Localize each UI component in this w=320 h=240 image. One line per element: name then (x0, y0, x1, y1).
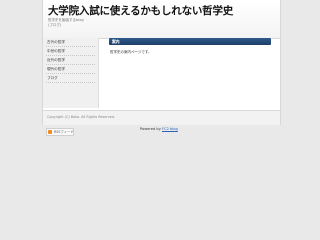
sidebar-item-contemporary[interactable]: 現代の哲学 (46, 65, 95, 74)
copyright-text: Copyright (C) Bako. All Rights Reserved. (47, 115, 116, 119)
site-title[interactable]: 大学院入試に使えるかもしれない哲学史 (48, 3, 233, 18)
sidebar-item-modern[interactable]: 近代の哲学 (46, 56, 95, 65)
section-text: 哲学史の案内ページです。 (110, 50, 152, 54)
rss-feed-button[interactable]: RSSフィード (46, 128, 74, 136)
rss-icon (48, 130, 52, 134)
site-header: 大学院入試に使えるかもしれない哲学史 哲学史を勉強するblog (ブログ) (43, 0, 280, 39)
sidebar-item-medieval[interactable]: 中世の哲学 (46, 47, 95, 56)
site-subtitle-line-1: 哲学史を勉強するblog (48, 18, 84, 22)
powered-by-label: Powered by (140, 127, 161, 131)
footer: Copyright (C) Bako. All Rights Reserved. (42, 110, 281, 125)
main-content: 案内 哲学史の案内ページです。 (101, 38, 276, 108)
site-container: 大学院入試に使えるかもしれない哲学史 哲学史を勉強するblog (ブログ) 古代… (42, 0, 281, 136)
sidebar-item-ancient[interactable]: 古代の哲学 (46, 38, 95, 47)
fc2-blog-link[interactable]: FC2 blog (162, 127, 178, 131)
section-title: 案内 (112, 39, 120, 44)
sidebar-item-blog[interactable]: ブログ (46, 74, 95, 83)
section-header-bar: 案内 (109, 38, 271, 45)
rss-feed-label: RSSフィード (54, 130, 74, 134)
powered-by: Powered by FC2 blog (140, 127, 178, 131)
site-subtitle-line-2: (ブログ) (48, 23, 62, 27)
sidebar: 古代の哲学 中世の哲学 近代の哲学 現代の哲学 ブログ RSSフィード (43, 38, 99, 136)
